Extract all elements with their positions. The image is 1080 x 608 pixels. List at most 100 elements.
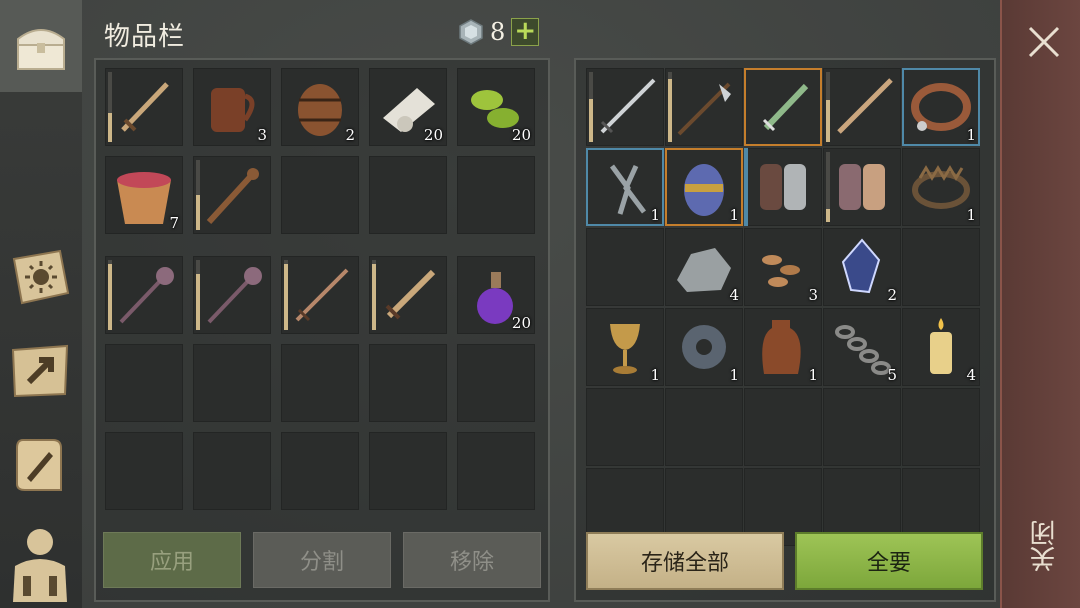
empty-inventory-slot[interactable]	[369, 156, 447, 234]
inventory-slot-short-sword[interactable]	[369, 256, 447, 334]
sidebar-tab-quests[interactable]	[6, 432, 74, 498]
inventory-slot-longsword[interactable]	[586, 68, 664, 146]
inventory-slot-long-blade[interactable]	[823, 68, 901, 146]
halberd-icon	[677, 82, 731, 136]
tankard-icon	[211, 88, 255, 132]
sidebar-tab-journal[interactable]	[6, 244, 74, 310]
inventory-slot-pliers[interactable]: 1	[586, 148, 664, 226]
player-inventory-grid: 3 2 20 20 7	[105, 68, 535, 234]
spiked-club-icon	[206, 168, 259, 225]
item-count: 1	[966, 126, 976, 144]
empty-inventory-slot[interactable]	[193, 344, 271, 422]
empty-inventory-slot[interactable]	[105, 432, 183, 510]
inventory-slot-ornate-egg[interactable]: 1	[665, 148, 743, 226]
item-count: 2	[887, 286, 897, 304]
empty-inventory-slot[interactable]	[105, 344, 183, 422]
inventory-slot-chainmail-gloves[interactable]	[823, 148, 901, 226]
inventory-slot-chain[interactable]: 5	[823, 308, 901, 386]
berry-bucket-icon	[117, 172, 171, 224]
quest-scroll-icon	[16, 439, 62, 491]
inventory-slot-berry-bucket[interactable]: 7	[105, 156, 183, 234]
empty-inventory-slot[interactable]	[369, 344, 447, 422]
inventory-slot-crystal[interactable]: 2	[823, 228, 901, 306]
long-blade-icon	[837, 78, 893, 134]
apply-button[interactable]: 应用	[103, 532, 241, 588]
serpent-dagger-icon	[762, 83, 809, 132]
sidebar-tab-crafting[interactable]	[6, 338, 74, 404]
empty-inventory-slot[interactable]	[369, 432, 447, 510]
empty-inventory-slot[interactable]	[744, 388, 822, 466]
inventory-slot-bear-trap[interactable]: 1	[902, 148, 980, 226]
inventory-slot-cloth-roll[interactable]: 20	[369, 68, 447, 146]
seeds-icon	[762, 255, 800, 287]
chainmail-gloves-icon	[839, 164, 885, 210]
sword-icon	[121, 82, 169, 132]
goblet-icon	[610, 324, 640, 374]
split-button[interactable]: 分割	[253, 532, 391, 588]
empty-inventory-slot[interactable]	[902, 228, 980, 306]
inventory-slot-goblet[interactable]: 1	[586, 308, 664, 386]
empty-inventory-slot[interactable]	[586, 228, 664, 306]
inventory-slot-leather-collar[interactable]: 1	[902, 68, 980, 146]
empty-inventory-slot[interactable]	[457, 432, 535, 510]
ore-icon	[677, 248, 731, 292]
item-count: 4	[729, 286, 739, 304]
sidebar-tab-character[interactable]	[6, 522, 74, 602]
inventory-slot-ore[interactable]: 4	[665, 228, 743, 306]
inventory-slot-candle[interactable]: 4	[902, 308, 980, 386]
empty-inventory-slot[interactable]	[457, 156, 535, 234]
inventory-slot-purple-potion[interactable]: 20	[457, 256, 535, 334]
empty-inventory-slot[interactable]	[457, 344, 535, 422]
empty-inventory-slot[interactable]	[281, 156, 359, 234]
empty-inventory-slot[interactable]	[823, 388, 901, 466]
currency-display: 8 +	[458, 18, 540, 46]
inventory-slot-leather-flask[interactable]: 1	[744, 308, 822, 386]
store-all-button[interactable]: 存储全部	[586, 532, 784, 590]
journal-sun-icon	[12, 249, 70, 305]
sidebar	[0, 0, 83, 608]
inventory-slot-halberd[interactable]	[665, 68, 743, 146]
item-count: 20	[423, 126, 443, 144]
item-count: 3	[808, 286, 818, 304]
item-count: 2	[345, 126, 355, 144]
empty-inventory-slot[interactable]	[902, 388, 980, 466]
close-label: 关闭	[1030, 520, 1060, 572]
item-count: 1	[808, 366, 818, 384]
inventory-slot-barrel[interactable]: 2	[281, 68, 359, 146]
empty-inventory-slot[interactable]	[281, 344, 359, 422]
close-panel[interactable]: 关闭	[1000, 0, 1080, 608]
long-sword-icon	[295, 268, 349, 322]
candle-icon	[930, 318, 952, 374]
empty-inventory-slot[interactable]	[193, 432, 271, 510]
inventory-slot-long-sword[interactable]	[281, 256, 359, 334]
page-title: 物品栏	[104, 22, 186, 52]
short-sword-icon	[385, 269, 436, 320]
close-icon[interactable]	[1024, 22, 1064, 62]
inventory-slot-tankard[interactable]: 3	[193, 68, 271, 146]
bear-trap-icon	[912, 165, 970, 209]
inventory-slot-gear-part[interactable]: 1	[665, 308, 743, 386]
take-all-button[interactable]: 全要	[795, 532, 983, 590]
inventory-slot-serpent-dagger[interactable]	[744, 68, 822, 146]
inventory-slot-sword[interactable]	[105, 68, 183, 146]
inventory-slot-mace[interactable]	[193, 256, 271, 334]
add-currency-button[interactable]: +	[511, 18, 540, 46]
item-count: 20	[511, 126, 531, 144]
container-grid: 1 1 1 1 4 3 2 1 1 1 5 4	[586, 68, 980, 546]
item-count: 5	[887, 366, 897, 384]
empty-inventory-slot[interactable]	[665, 388, 743, 466]
inventory-slot-cucumber-slices[interactable]: 20	[457, 68, 535, 146]
item-count: 1	[650, 366, 660, 384]
empty-inventory-slot[interactable]	[586, 388, 664, 466]
inventory-slot-seeds[interactable]: 3	[744, 228, 822, 306]
crafting-map-icon	[11, 344, 69, 398]
leather-flask-icon	[762, 320, 801, 374]
inventory-slot-spiked-club[interactable]	[193, 156, 271, 234]
gear-part-icon	[682, 325, 726, 369]
inventory-slot-gauntlets[interactable]	[744, 148, 822, 226]
ornate-egg-icon	[684, 164, 724, 216]
remove-button[interactable]: 移除	[403, 532, 541, 588]
sidebar-tab-inventory[interactable]	[0, 0, 83, 92]
inventory-slot-mace[interactable]	[105, 256, 183, 334]
empty-inventory-slot[interactable]	[281, 432, 359, 510]
